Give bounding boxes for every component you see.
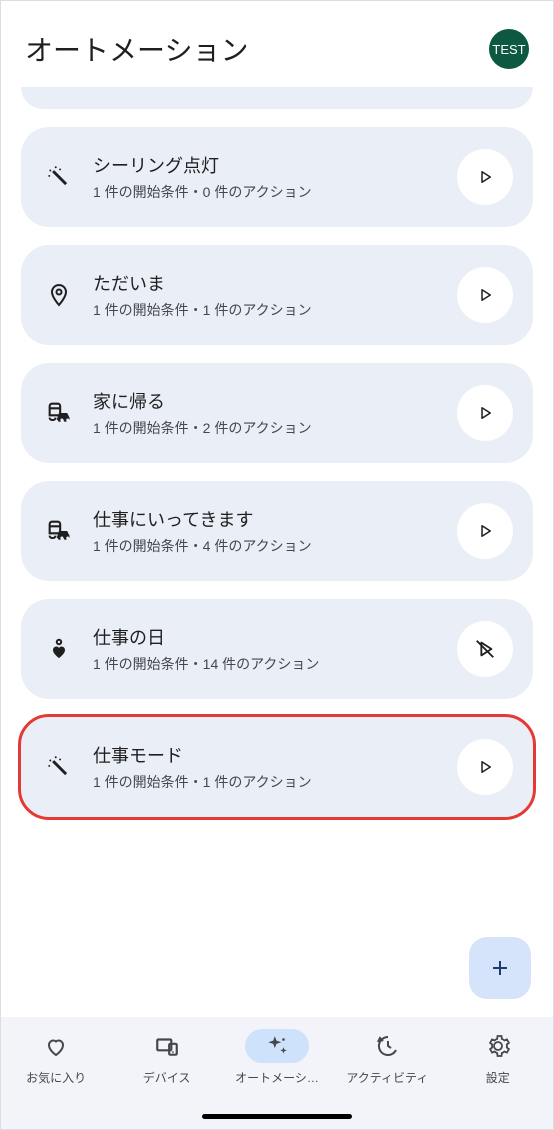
card-body: 仕事モード 1 件の開始条件・1 件のアクション	[93, 742, 457, 792]
play-off-icon	[474, 638, 496, 660]
run-automation-button[interactable]	[457, 621, 513, 677]
page-title: オートメーション	[25, 29, 248, 69]
automation-subtitle: 1 件の開始条件・1 件のアクション	[93, 772, 457, 792]
nav-label: 設定	[486, 1069, 510, 1086]
nav-item[interactable]: デバイス	[117, 1029, 217, 1086]
play-icon	[476, 286, 494, 304]
history-icon	[355, 1029, 419, 1063]
card-body: シーリング点灯 1 件の開始条件・0 件のアクション	[93, 152, 457, 202]
automation-subtitle: 1 件の開始条件・14 件のアクション	[93, 654, 457, 674]
nav-item[interactable]: お気に入り	[6, 1029, 106, 1086]
header: オートメーション TEST	[1, 1, 553, 87]
automation-card[interactable]: 仕事の日 1 件の開始条件・14 件のアクション	[21, 599, 533, 699]
commute-icon	[41, 517, 77, 545]
automation-subtitle: 1 件の開始条件・1 件のアクション	[93, 300, 457, 320]
play-icon	[476, 404, 494, 422]
automation-title: 仕事モード	[93, 742, 457, 768]
nav-label: デバイス	[143, 1069, 191, 1086]
card-body: ただいま 1 件の開始条件・1 件のアクション	[93, 270, 457, 320]
wand-icon	[41, 754, 77, 780]
automation-list: シーリング点灯 1 件の開始条件・0 件のアクションただいま 1 件の開始条件・1 …	[1, 87, 553, 817]
automation-card[interactable]: 家に帰る 1 件の開始条件・2 件のアクション	[21, 363, 533, 463]
wand-icon	[41, 164, 77, 190]
nav-label: アクティビティ	[346, 1069, 428, 1086]
card-body: 仕事の日 1 件の開始条件・14 件のアクション	[93, 624, 457, 674]
sparkle-icon	[245, 1029, 309, 1063]
add-automation-button[interactable]	[469, 937, 531, 999]
run-automation-button[interactable]	[457, 739, 513, 795]
run-automation-button[interactable]	[457, 503, 513, 559]
home-indicator	[202, 1114, 352, 1119]
card-body: 仕事にいってきます 1 件の開始条件・4 件のアクション	[93, 506, 457, 556]
card-body: 家に帰る 1 件の開始条件・2 件のアクション	[93, 388, 457, 438]
automation-card[interactable]: シーリング点灯 1 件の開始条件・0 件のアクション	[21, 127, 533, 227]
nav-item[interactable]: オートメーシ…	[227, 1029, 327, 1086]
automation-title: ただいま	[93, 270, 457, 296]
automation-subtitle: 1 件の開始条件・2 件のアクション	[93, 418, 457, 438]
nav-label: オートメーシ…	[235, 1069, 319, 1086]
automation-title: 仕事にいってきます	[93, 506, 457, 532]
automation-title: 仕事の日	[93, 624, 457, 650]
automation-title: 家に帰る	[93, 388, 457, 414]
devices-icon	[135, 1029, 199, 1063]
automation-subtitle: 1 件の開始条件・0 件のアクション	[93, 182, 457, 202]
run-automation-button[interactable]	[457, 267, 513, 323]
play-icon	[476, 758, 494, 776]
gear-icon	[466, 1029, 530, 1063]
pin-icon	[41, 283, 77, 307]
nav-label: お気に入り	[26, 1069, 86, 1086]
play-icon	[476, 522, 494, 540]
plus-icon	[488, 956, 512, 980]
automation-card[interactable]: ただいま 1 件の開始条件・1 件のアクション	[21, 245, 533, 345]
run-automation-button[interactable]	[457, 149, 513, 205]
heart-outline-icon	[24, 1029, 88, 1063]
automation-subtitle: 1 件の開始条件・4 件のアクション	[93, 536, 457, 556]
automation-card[interactable]: 仕事モード 1 件の開始条件・1 件のアクション	[21, 717, 533, 817]
bottom-nav: お気に入り デバイス オートメーシ… アクティビティ 設定	[1, 1017, 553, 1129]
automation-title: シーリング点灯	[93, 152, 457, 178]
partial-card	[21, 87, 533, 109]
automation-card[interactable]: 仕事にいってきます 1 件の開始条件・4 件のアクション	[21, 481, 533, 581]
avatar[interactable]: TEST	[489, 29, 529, 69]
nav-item[interactable]: アクティビティ	[337, 1029, 437, 1086]
commute-icon	[41, 399, 77, 427]
run-automation-button[interactable]	[457, 385, 513, 441]
heart-icon	[41, 637, 77, 661]
play-icon	[476, 168, 494, 186]
nav-item[interactable]: 設定	[448, 1029, 548, 1086]
